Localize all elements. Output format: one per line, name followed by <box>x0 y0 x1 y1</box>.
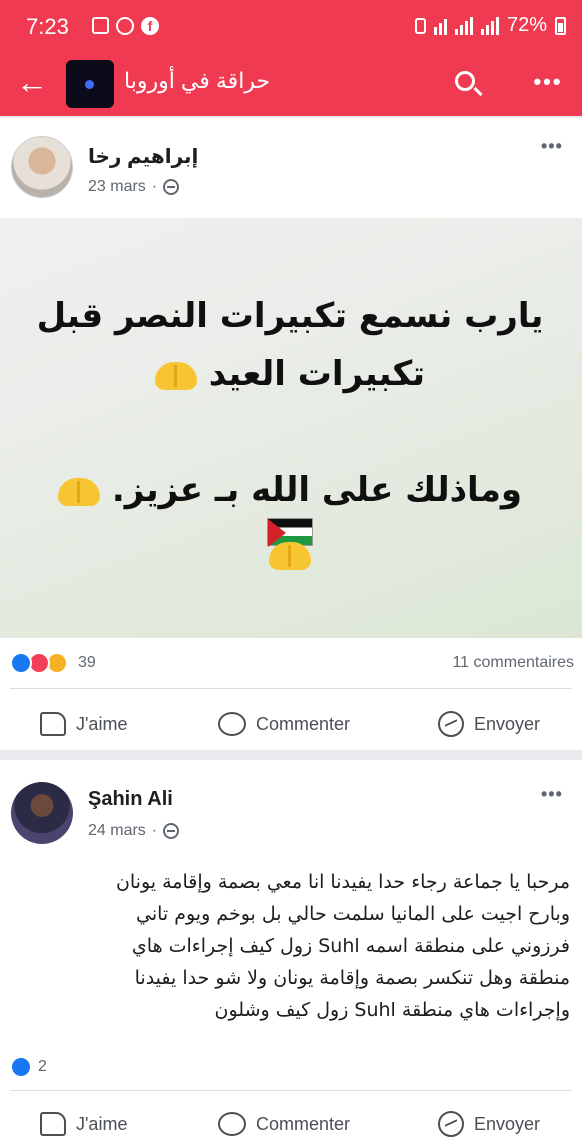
avatar[interactable] <box>11 782 73 844</box>
avatar[interactable] <box>11 136 73 198</box>
like-reaction-icon <box>10 652 32 674</box>
more-options-button[interactable]: ••• <box>528 68 568 98</box>
comments-count[interactable]: 11 commentaires <box>452 654 574 672</box>
post-actions: J'aime Commenter Envoyer <box>0 702 582 746</box>
send-button[interactable]: Envoyer <box>438 702 540 746</box>
post-date[interactable]: 24 mars <box>88 822 146 840</box>
messenger-icon <box>438 1111 464 1137</box>
wifi-icon <box>433 17 447 35</box>
post-date[interactable]: 23 mars <box>88 178 146 196</box>
group-name[interactable]: حراقة في أوروبا <box>124 68 270 94</box>
clock: 7:23 <box>26 14 69 39</box>
comment-icon <box>218 712 246 736</box>
post-text-line: وإجراءات هاي منطقة Suhl زول كيف وشلون <box>214 999 570 1021</box>
post-actions: J'aime Commenter Envoyer <box>0 1102 582 1146</box>
like-reaction-icon <box>10 1056 32 1078</box>
post-author[interactable]: إبراهيم رخا <box>88 144 198 169</box>
post-text-line: منطقة وهل تنكسر بصمة وإقامة يونان ولا شو… <box>134 967 570 989</box>
open-hands-icon <box>57 477 100 506</box>
open-hands-icon <box>154 361 197 390</box>
instagram-icon <box>116 17 134 35</box>
divider <box>10 688 572 689</box>
post-text-line: مرحبا يا جماعة رجاء حدا يفيدنا انا معي ب… <box>115 871 570 893</box>
comment-icon <box>218 1112 246 1136</box>
like-button[interactable]: J'aime <box>40 702 127 746</box>
globe-icon <box>163 179 180 195</box>
battery-saver-icon <box>414 17 426 34</box>
search-button[interactable] <box>446 62 490 106</box>
post-meta: 23 mars · <box>88 178 180 196</box>
globe-icon <box>163 823 180 839</box>
open-hands-icon <box>269 541 311 570</box>
facebook-icon: f <box>141 17 159 35</box>
system-icons: 72% <box>414 14 566 37</box>
post-options-button[interactable]: ••• <box>541 784 563 805</box>
signal-icon <box>454 16 473 35</box>
battery-percent: 72% <box>506 14 547 36</box>
reaction-count: 39 <box>78 654 96 671</box>
back-arrow-icon[interactable]: ← <box>12 62 52 102</box>
group-avatar[interactable] <box>66 60 114 108</box>
thumbs-up-icon <box>40 712 66 736</box>
poster-line: يارب نسمع تكبيرات النصر قبل <box>36 296 544 336</box>
gallery-icon <box>92 17 109 34</box>
post-image[interactable]: يارب نسمع تكبيرات النصر قبل تكبيرات العي… <box>0 218 582 638</box>
poster-line: تكبيرات العيد <box>208 354 426 394</box>
post-text-line: فرزوني على منطقة اسمه Suhl زول كيف إجراء… <box>131 935 570 957</box>
thumbs-up-icon <box>40 1112 66 1136</box>
post-options-button[interactable]: ••• <box>541 136 563 157</box>
status-bar: 7:23 f 72% <box>0 0 582 54</box>
divider <box>10 1090 572 1091</box>
group-header: ← حراقة في أوروبا ••• <box>0 54 582 116</box>
messenger-icon <box>438 711 464 737</box>
like-button[interactable]: J'aime <box>40 1102 127 1146</box>
reaction-summary[interactable]: 2 <box>10 1056 47 1078</box>
poster-line: وماذلك على الله بـ عزيز. <box>111 470 523 510</box>
battery-icon <box>555 16 566 35</box>
post: Şahin Ali 24 mars · ••• مرحبا يا جماعة ر… <box>0 760 582 1146</box>
send-button[interactable]: Envoyer <box>438 1102 540 1146</box>
notification-icons: f <box>92 17 159 35</box>
signal-icon-2 <box>480 16 499 35</box>
comment-button[interactable]: Commenter <box>218 702 350 746</box>
post-text-line: وبارح اجيت على المانيا سلمت حالي بل بوخم… <box>135 903 570 925</box>
post: إبراهيم رخا 23 mars · ••• يارب نسمع تكبي… <box>0 118 582 750</box>
search-icon <box>455 71 475 91</box>
comment-button[interactable]: Commenter <box>218 1102 350 1146</box>
reaction-count: 2 <box>38 1058 47 1075</box>
post-author[interactable]: Şahin Ali <box>88 788 173 811</box>
reaction-summary[interactable]: 39 <box>10 652 96 674</box>
post-meta: 24 mars · <box>88 822 180 840</box>
